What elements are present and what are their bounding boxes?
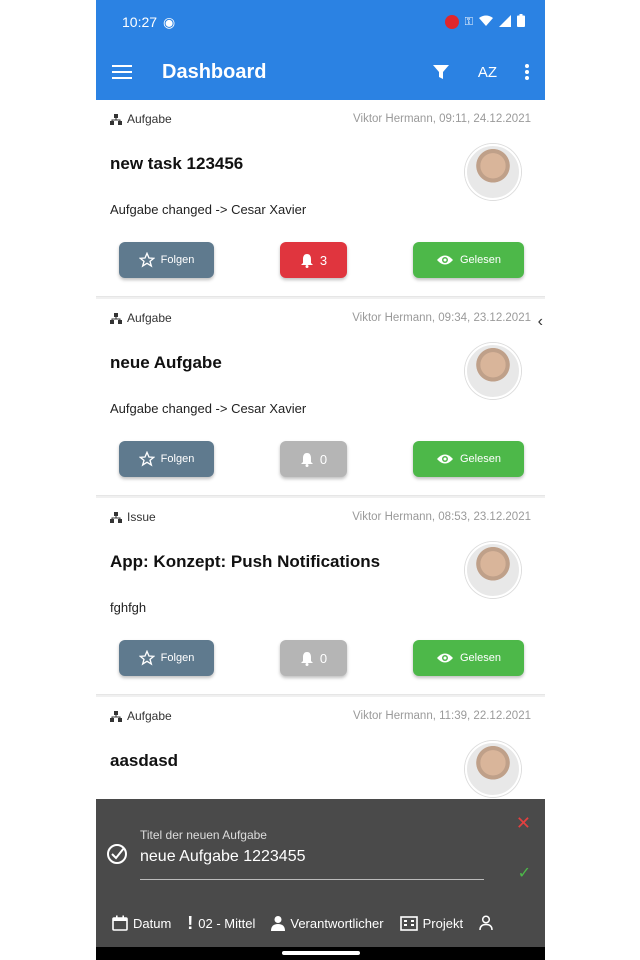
input-underline	[140, 879, 484, 880]
wifi-icon	[479, 14, 493, 30]
avatar	[465, 144, 521, 200]
task-card[interactable]: Issue Viktor Hermann, 08:53, 23.12.2021 …	[96, 498, 545, 695]
follow-button[interactable]: Folgen	[119, 242, 214, 278]
notification-count: 0	[319, 451, 328, 467]
sort-az-button[interactable]: AZ	[478, 64, 497, 81]
read-button[interactable]: Gelesen	[413, 441, 524, 477]
project-label: Projekt	[422, 915, 464, 931]
task-type-label: Aufgabe	[127, 311, 172, 325]
bell-icon	[300, 452, 313, 467]
author-timestamp: Viktor Hermann, 09:34, 23.12.2021	[352, 312, 531, 324]
eye-icon	[437, 255, 453, 265]
menu-icon[interactable]	[112, 64, 132, 80]
task-type-label: Issue	[127, 510, 156, 524]
more-vert-icon[interactable]	[525, 63, 529, 81]
read-label: Gelesen	[460, 652, 501, 664]
eye-icon	[437, 454, 453, 464]
title-input[interactable]: neue Aufgabe 1223455	[140, 848, 306, 866]
status-bar: 10:27 ◉ ⚿	[96, 0, 545, 44]
follow-label: Folgen	[160, 453, 195, 465]
home-indicator[interactable]	[282, 951, 360, 955]
notification-count: 0	[319, 650, 328, 666]
task-type: Aufgabe	[110, 311, 172, 325]
check-circle-icon	[106, 843, 128, 870]
responsible-tool[interactable]: Verantwortlicher	[271, 915, 384, 931]
task-type-label: Aufgabe	[127, 709, 172, 723]
bell-icon	[300, 651, 313, 666]
notification-count: 3	[319, 252, 328, 268]
author-timestamp: Viktor Hermann, 09:11, 24.12.2021	[353, 113, 531, 125]
author-timestamp: Viktor Hermann, 08:53, 23.12.2021	[352, 511, 531, 523]
sitemap-icon	[110, 312, 122, 324]
bell-icon	[300, 253, 313, 268]
status-icons: ⚿	[444, 14, 525, 30]
read-button[interactable]: Gelesen	[413, 640, 524, 676]
key-icon: ⚿	[464, 15, 473, 28]
page-title: Dashboard	[162, 60, 267, 83]
building-icon	[399, 916, 418, 931]
read-button[interactable]: Gelesen	[413, 242, 524, 278]
recording-icon	[444, 15, 459, 29]
sitemap-icon	[110, 511, 122, 523]
more-people-tool[interactable]	[479, 915, 493, 931]
read-label: Gelesen	[460, 254, 501, 266]
person-outline-icon	[479, 915, 493, 931]
status-time: 10:27	[122, 14, 158, 30]
sitemap-icon	[110, 113, 122, 125]
date-tool[interactable]: Datum	[112, 915, 171, 931]
task-card[interactable]: Aufgabe Viktor Hermann, 09:11, 24.12.202…	[96, 100, 545, 297]
composer-toolbar: Datum ! 02 - Mittel Verantwortlicher Pro…	[96, 905, 545, 941]
project-tool[interactable]: Projekt	[399, 915, 464, 931]
exclamation-icon: !	[187, 912, 194, 933]
star-outline-icon	[138, 252, 155, 268]
system-nav-bar	[96, 947, 545, 960]
close-icon[interactable]: ✕	[516, 813, 531, 834]
star-outline-icon	[138, 650, 155, 666]
chevron-left-icon[interactable]: ‹	[538, 313, 543, 331]
app-bar: Dashboard AZ	[96, 44, 545, 100]
notification-button[interactable]: 0	[280, 640, 347, 676]
task-type: Issue	[110, 510, 156, 524]
title-field-label: Titel der neuen Aufgabe	[140, 828, 267, 842]
task-list: Aufgabe Viktor Hermann, 09:11, 24.12.202…	[96, 100, 545, 894]
task-type: Aufgabe	[110, 709, 172, 723]
confirm-check-icon[interactable]: ✓	[518, 863, 531, 883]
person-icon	[271, 916, 286, 931]
phone-screen: 10:27 ◉ ⚿ Dashboard AZ Aufgabe Viktor He…	[96, 0, 545, 960]
calendar-icon	[112, 915, 128, 931]
task-type: Aufgabe	[110, 112, 172, 126]
task-description: Aufgabe changed -> Cesar Xavier	[110, 401, 307, 416]
task-type-label: Aufgabe	[127, 112, 172, 126]
notification-button[interactable]: 0	[280, 441, 347, 477]
follow-label: Folgen	[160, 652, 195, 664]
task-description: fghfgh	[110, 600, 147, 615]
signal-icon	[499, 14, 511, 30]
avatar	[465, 741, 521, 797]
filter-icon[interactable]	[432, 63, 450, 81]
read-label: Gelesen	[460, 453, 501, 465]
follow-label: Folgen	[160, 254, 195, 266]
task-description: Aufgabe changed -> Cesar Xavier	[110, 202, 307, 217]
task-card[interactable]: Aufgabe Viktor Hermann, 09:34, 23.12.202…	[96, 299, 545, 496]
eye-icon	[437, 653, 453, 663]
priority-label: 02 - Mittel	[198, 915, 256, 931]
sync-icon: ◉	[163, 13, 176, 30]
battery-icon	[517, 14, 525, 30]
new-task-composer: Titel der neuen Aufgabe neue Aufgabe 122…	[96, 799, 545, 960]
sitemap-icon	[110, 710, 122, 722]
author-timestamp: Viktor Hermann, 11:39, 22.12.2021	[353, 710, 531, 722]
star-outline-icon	[138, 451, 155, 467]
avatar	[465, 542, 521, 598]
date-label: Datum	[133, 915, 172, 931]
follow-button[interactable]: Folgen	[119, 640, 214, 676]
responsible-label: Verantwortlicher	[290, 915, 384, 931]
priority-tool[interactable]: ! 02 - Mittel	[187, 913, 255, 934]
notification-button[interactable]: 3	[280, 242, 347, 278]
follow-button[interactable]: Folgen	[119, 441, 214, 477]
avatar	[465, 343, 521, 399]
